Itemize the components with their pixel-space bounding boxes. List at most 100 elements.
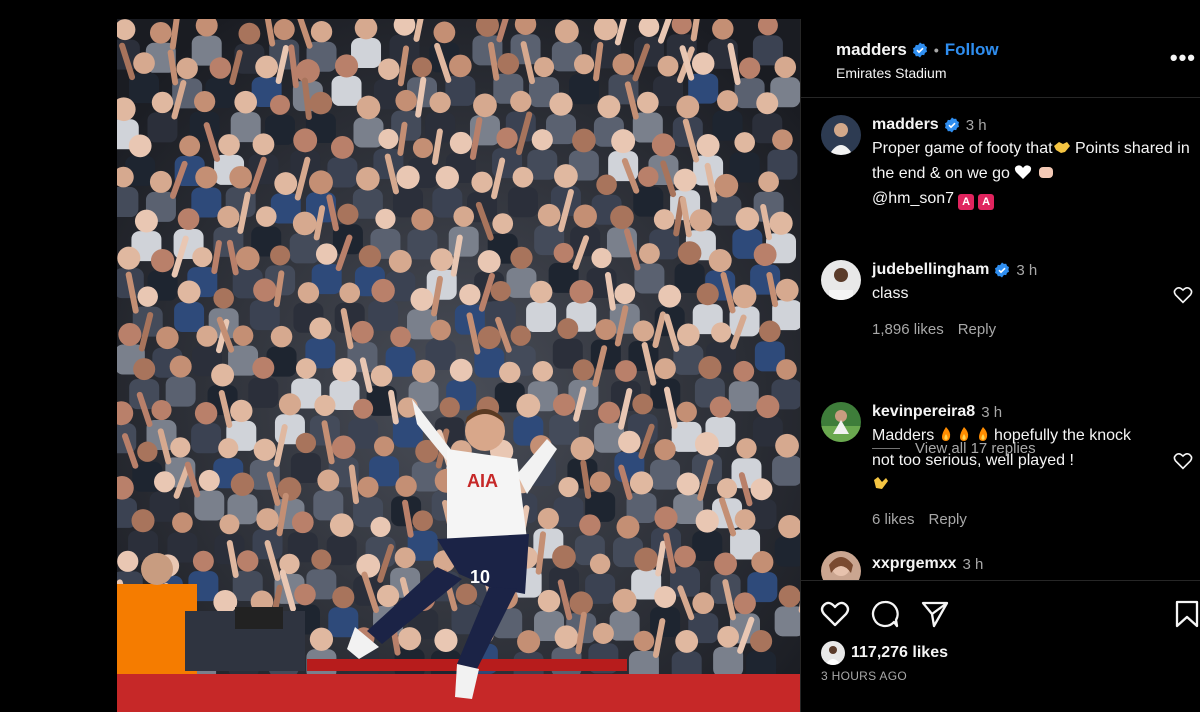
crowd-fan-body (248, 377, 279, 408)
reply-button[interactable]: Reply (958, 321, 996, 338)
crowd-fan-head (291, 511, 314, 534)
crowd-fan-head (308, 170, 333, 195)
crowd-fan-body (507, 187, 538, 218)
crowd-fan-head (334, 54, 359, 78)
crowd-fan-head (311, 549, 332, 570)
avatar[interactable] (821, 402, 861, 442)
crowd-fan-head (759, 320, 781, 343)
crowd-fan-head (611, 129, 636, 154)
crowd-fan-head (128, 134, 152, 158)
crowd-fan-head (172, 512, 193, 533)
crowd-fan-head (219, 514, 240, 535)
more-options-icon[interactable]: ••• (1170, 45, 1196, 71)
crowd-fan-head (776, 359, 797, 380)
like-comment-heart-icon[interactable] (1173, 286, 1193, 304)
crowd-fan-head (654, 438, 676, 461)
crowd-fan-head (131, 509, 155, 533)
comment: xxprgemxx 3 h (821, 551, 1197, 580)
avatar[interactable] (821, 641, 845, 665)
crowd-fan-body (117, 187, 139, 218)
crowd-fan-head (453, 206, 475, 227)
crowd-fan-head (751, 551, 774, 574)
crowd-fan-head (753, 243, 777, 267)
post-location[interactable]: Emirates Stadium (836, 65, 1200, 81)
post-photo[interactable]: AIA 10 (117, 19, 800, 712)
crowd-fan-head (315, 243, 338, 265)
crowd-fan-head (677, 241, 702, 265)
comment-username[interactable]: xxprgemxx (872, 555, 957, 573)
crowd-fan-head (614, 283, 636, 305)
post-username[interactable]: madders (836, 40, 907, 60)
crowd-fan-head (579, 514, 601, 536)
crowd-fan-head (497, 52, 520, 75)
crowd-fan-head (150, 249, 175, 273)
crowd-fan-head (492, 213, 514, 234)
likes-count[interactable]: 117,276 likes (851, 644, 948, 662)
crowd-fan-head (309, 627, 334, 651)
crowd-fan-head (230, 399, 253, 423)
comment: judebellingham 3 h class 1,896 likes Rep… (821, 260, 1197, 338)
comment-username[interactable]: kevinpereira8 (872, 403, 975, 421)
follow-button[interactable]: Follow (945, 40, 999, 60)
crowd-fan-head (149, 21, 172, 44)
comment-bubble-icon[interactable] (870, 599, 900, 629)
crowd-fan-head (654, 358, 676, 380)
crowd-fan-head (378, 128, 399, 149)
crowd-fan-body (750, 264, 781, 295)
crowd-fan-arm (301, 77, 312, 121)
like-comment-heart-icon[interactable] (1173, 452, 1193, 470)
crowd-fan-head (229, 165, 252, 189)
crowd-fan-head (691, 52, 715, 75)
crowd-fan-head (618, 430, 641, 454)
like-heart-icon[interactable] (820, 599, 850, 629)
comment-likes[interactable]: 6 likes (872, 511, 915, 528)
crowd-fan-head (708, 249, 732, 273)
comment-likes[interactable]: 1,896 likes (872, 321, 944, 338)
crowd-fan-head (756, 92, 779, 115)
crowd-fan-head (573, 54, 595, 75)
crowd-fan-head (430, 248, 454, 272)
crowd-fan-body (774, 606, 800, 637)
crowd-fan-head (758, 171, 779, 193)
crowd-fan-head (612, 53, 635, 76)
crowd-fan-head (510, 246, 533, 269)
avatar[interactable] (821, 115, 861, 155)
crowd-fan-head (255, 206, 277, 227)
crowd-fan-head (151, 91, 174, 114)
crowd-fan-head (696, 134, 720, 157)
bookmark-save-icon[interactable] (1173, 599, 1200, 629)
crowd-fan-head (696, 283, 719, 306)
crowd-fan-head (378, 58, 400, 80)
crowd-fan-body (368, 300, 399, 331)
crowd-fan-head (658, 284, 682, 308)
verified-badge-icon (944, 117, 960, 133)
crowd-fan-head (213, 288, 234, 309)
crowd-fan-head (610, 205, 634, 230)
crowd-fan-head (709, 396, 732, 418)
crowd-fan-head (674, 545, 696, 568)
crowd-fan-head (156, 326, 179, 350)
crowd-fan-head (356, 166, 380, 191)
caption-username[interactable]: madders (872, 116, 939, 134)
crowd-fan-head (269, 94, 291, 115)
comment-username[interactable]: judebellingham (872, 261, 989, 279)
crowd-fan-body (353, 117, 384, 148)
mention-link[interactable]: @hm_son7 (872, 190, 954, 207)
crowd-fan-head (750, 478, 773, 501)
comment: kevinpereira8 3 h Madders hopefully the … (821, 402, 1197, 528)
crowd-fan-head (256, 508, 279, 531)
crowd-fan-head (591, 247, 612, 269)
reply-button[interactable]: Reply (929, 511, 967, 528)
fire-emoji-icon (976, 426, 990, 449)
crowd-fan-head (149, 170, 172, 193)
avatar[interactable] (821, 260, 861, 300)
crowd-fan-head (657, 55, 679, 77)
share-send-icon[interactable] (920, 599, 950, 629)
avatar[interactable] (821, 551, 861, 580)
crowd-fan-head (314, 394, 336, 416)
crowd-fan-head (531, 129, 553, 151)
crowd-fan-head (274, 172, 298, 195)
crowd-fan-head (294, 583, 316, 606)
crowd-fan-head (638, 243, 660, 264)
crowd-fan-head (195, 166, 218, 189)
